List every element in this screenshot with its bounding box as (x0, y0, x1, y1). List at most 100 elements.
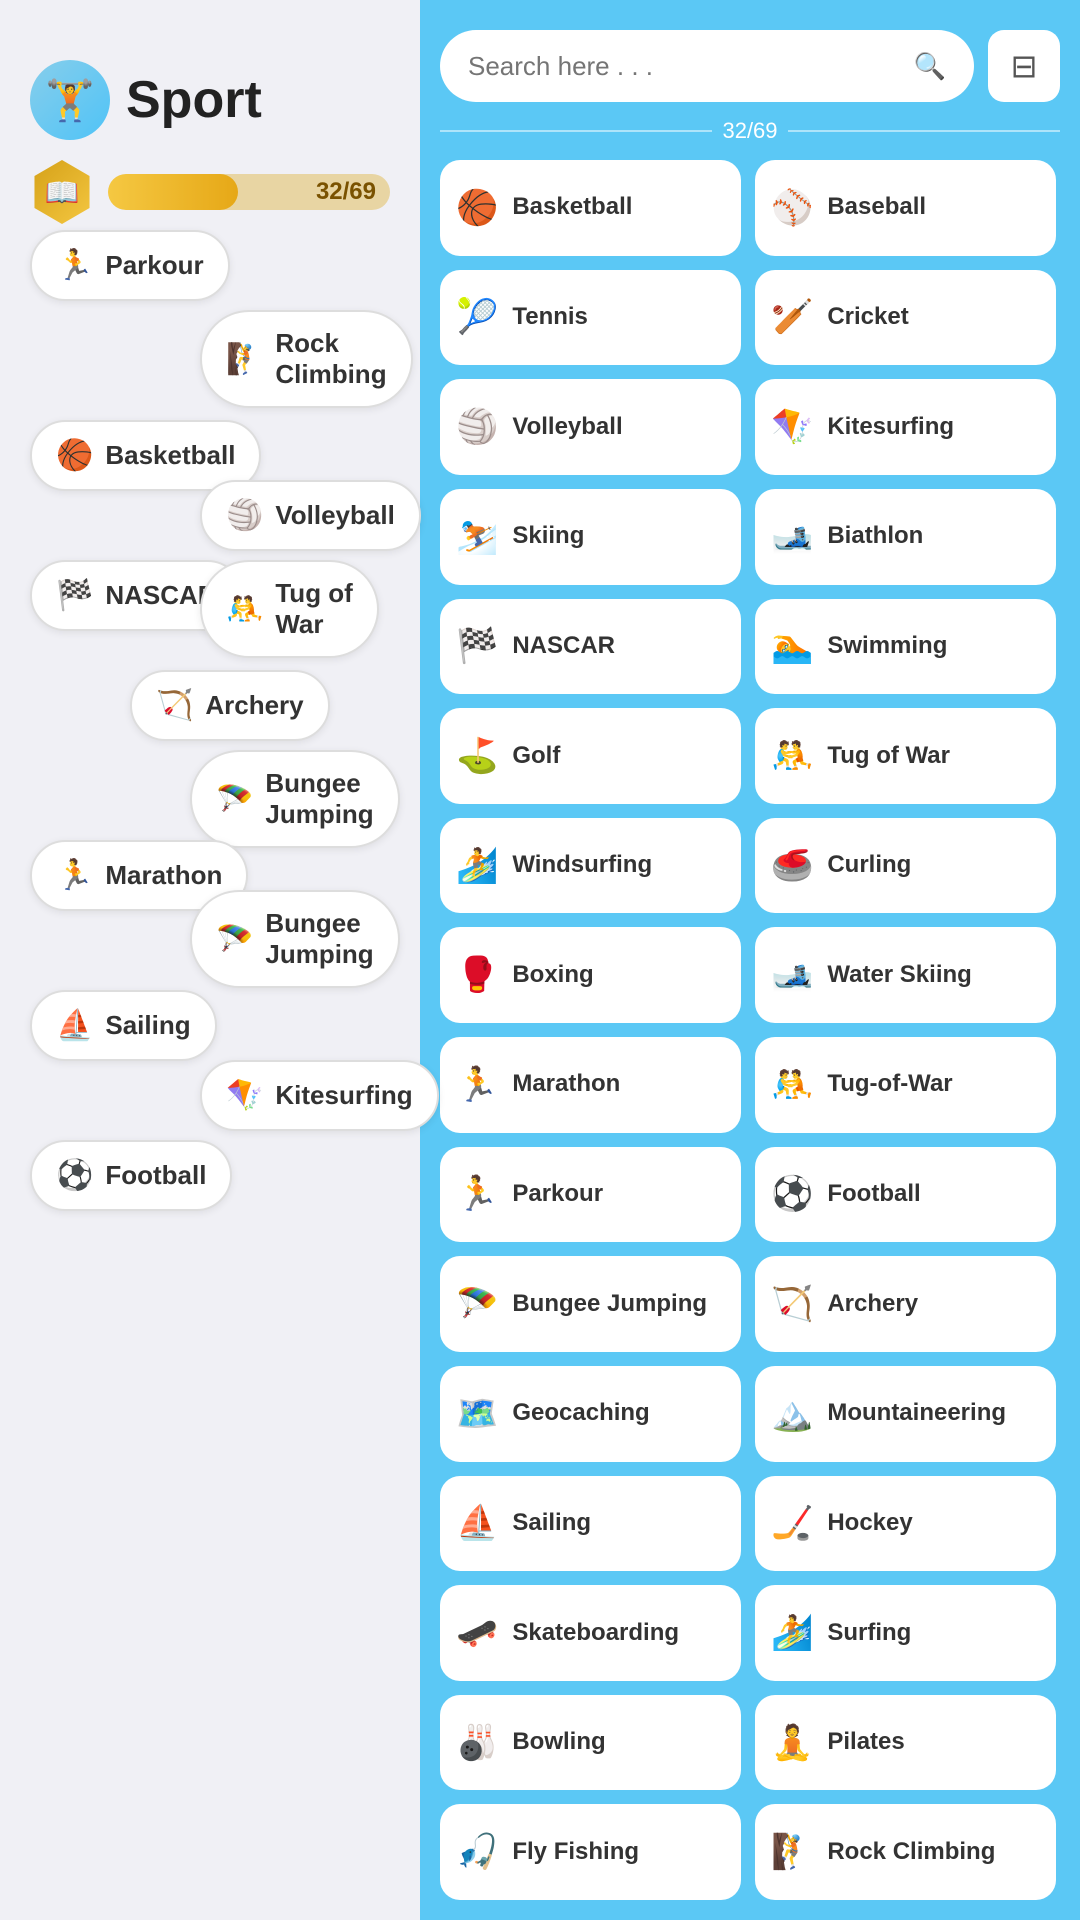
sport-card-swimming[interactable]: 🏊 Swimming (755, 599, 1056, 695)
progress-row: 📖 32/69 (30, 160, 390, 224)
sport-icon-basketball: 🏀 (456, 188, 498, 228)
sport-label-archery: Archery (827, 1290, 918, 1319)
sport-label-mountaineering: Mountaineering (827, 1399, 1006, 1428)
filter-icon: ⊟ (1011, 47, 1038, 85)
left-pill-parkour[interactable]: 🏃 Parkour (30, 230, 230, 301)
left-pill-football[interactable]: ⚽ Football (30, 1140, 232, 1211)
sport-card-marathon[interactable]: 🏃 Marathon (440, 1037, 741, 1133)
page-title: Sport (126, 70, 262, 130)
sport-card-tug-of-war[interactable]: 🤼 Tug of War (755, 708, 1056, 804)
sport-card-parkour[interactable]: 🏃 Parkour (440, 1147, 741, 1243)
filter-button[interactable]: ⊟ (988, 30, 1060, 102)
sport-card-volleyball[interactable]: 🏐 Volleyball (440, 379, 741, 475)
sports-grid: 🏀 Basketball ⚾ Baseball 🎾 Tennis 🏏 Crick… (440, 160, 1060, 1900)
sport-card-surfing[interactable]: 🏄 Surfing (755, 1585, 1056, 1681)
sport-icon-football: ⚽ (771, 1174, 813, 1214)
progress-bar-container: 32/69 (108, 174, 390, 210)
sport-card-skiing[interactable]: ⛷️ Skiing (440, 489, 741, 585)
sport-card-bowling[interactable]: 🎳 Bowling (440, 1695, 741, 1791)
sport-card-rock-climbing[interactable]: 🧗 Rock Climbing (755, 1804, 1056, 1900)
sport-icon-marathon: 🏃 (456, 1065, 498, 1105)
sport-card-boxing[interactable]: 🥊 Boxing (440, 927, 741, 1023)
sport-label-sailing: Sailing (512, 1509, 591, 1538)
left-pill-sailing[interactable]: ⛵ Sailing (30, 990, 217, 1061)
sport-card-curling[interactable]: 🥌 Curling (755, 818, 1056, 914)
left-pill-bungee-1[interactable]: 🪂 BungeeJumping (190, 750, 400, 848)
football-icon: ⚽ (56, 1158, 93, 1193)
sport-card-nascar[interactable]: 🏁 NASCAR (440, 599, 741, 695)
sport-icon-rock-climbing: 🧗 (771, 1832, 813, 1872)
sport-label-nascar: NASCAR (512, 632, 615, 661)
sport-card-biathlon[interactable]: 🎿 Biathlon (755, 489, 1056, 585)
progress-line-left (440, 130, 712, 132)
sport-icon-skiing: ⛷️ (456, 517, 498, 557)
sport-card-tennis[interactable]: 🎾 Tennis (440, 270, 741, 366)
sport-icon-tug-of-war: 🤼 (771, 736, 813, 776)
sailing-icon: ⛵ (56, 1008, 93, 1043)
sport-icon-water-skiing: 🎿 (771, 955, 813, 995)
sport-card-fly-fishing[interactable]: 🎣 Fly Fishing (440, 1804, 741, 1900)
sport-icon-parkour: 🏃 (456, 1174, 498, 1214)
sport-card-football[interactable]: ⚽ Football (755, 1147, 1056, 1243)
basketball-label: Basketball (105, 440, 235, 471)
sport-card-golf[interactable]: ⛳ Golf (440, 708, 741, 804)
sport-icon-swimming: 🏊 (771, 626, 813, 666)
sailing-label: Sailing (105, 1010, 190, 1041)
left-pill-rock-climbing[interactable]: 🧗 RockClimbing (200, 310, 413, 408)
sport-card-hockey[interactable]: 🏒 Hockey (755, 1476, 1056, 1572)
football-label: Football (105, 1160, 206, 1191)
nascar-icon: 🏁 (56, 578, 93, 613)
sport-label-kitesurfing: Kitesurfing (827, 413, 954, 442)
sport-icon-mountaineering: 🏔️ (771, 1394, 813, 1434)
sport-icon-archery: 🏹 (771, 1284, 813, 1324)
sport-card-mountaineering[interactable]: 🏔️ Mountaineering (755, 1366, 1056, 1462)
sport-icon-baseball: ⚾ (771, 188, 813, 228)
search-row: 🔍 ⊟ (440, 30, 1060, 102)
sport-label-bungee-jumping: Bungee Jumping (512, 1290, 707, 1319)
sport-icon-boxing: 🥊 (456, 955, 498, 995)
sport-label-hockey: Hockey (827, 1509, 912, 1538)
sport-label-tug-of-war-2: Tug-of-War (827, 1070, 952, 1099)
sport-card-tug-of-war-2[interactable]: 🤼 Tug-of-War (755, 1037, 1056, 1133)
sport-icon-kitesurfing: 🪁 (771, 407, 813, 447)
sport-card-kitesurfing[interactable]: 🪁 Kitesurfing (755, 379, 1056, 475)
sport-label-football: Football (827, 1180, 920, 1209)
sport-icon-golf: ⛳ (456, 736, 498, 776)
sport-card-windsurfing[interactable]: 🏄 Windsurfing (440, 818, 741, 914)
sport-icon-curling: 🥌 (771, 846, 813, 886)
sport-card-water-skiing[interactable]: 🎿 Water Skiing (755, 927, 1056, 1023)
bungee-1-icon: 🪂 (216, 782, 253, 817)
rock-climbing-label: RockClimbing (275, 328, 386, 390)
sport-card-sailing[interactable]: ⛵ Sailing (440, 1476, 741, 1572)
left-pill-kitesurfing[interactable]: 🪁 Kitesurfing (200, 1060, 439, 1131)
sport-label-skiing: Skiing (512, 522, 584, 551)
sport-card-cricket[interactable]: 🏏 Cricket (755, 270, 1056, 366)
sport-label-curling: Curling (827, 851, 911, 880)
left-pill-volleyball[interactable]: 🏐 Volleyball (200, 480, 421, 551)
sport-card-pilates[interactable]: 🧘 Pilates (755, 1695, 1056, 1791)
left-pill-bungee-2[interactable]: 🪂 BungeeJumping (190, 890, 400, 988)
volleyball-label: Volleyball (275, 500, 394, 531)
sport-card-bungee-jumping[interactable]: 🪂 Bungee Jumping (440, 1256, 741, 1352)
sport-card-archery[interactable]: 🏹 Archery (755, 1256, 1056, 1352)
sport-label-swimming: Swimming (827, 632, 947, 661)
sport-label-surfing: Surfing (827, 1619, 911, 1648)
left-pill-tug-of-war[interactable]: 🤼 Tug ofWar (200, 560, 379, 658)
sport-icon-bungee-jumping: 🪂 (456, 1284, 498, 1324)
search-input[interactable] (468, 51, 900, 82)
sport-card-geocaching[interactable]: 🗺️ Geocaching (440, 1366, 741, 1462)
sport-icon-windsurfing: 🏄 (456, 846, 498, 886)
sport-label-rock-climbing: Rock Climbing (827, 1838, 995, 1867)
sport-card-basketball[interactable]: 🏀 Basketball (440, 160, 741, 256)
right-panel: 🔍 ⊟ 32/69 🏀 Basketball ⚾ Baseball 🎾 Tenn… (420, 0, 1080, 1920)
rock-climbing-icon: 🧗 (226, 342, 263, 377)
sport-label-golf: Golf (512, 742, 560, 771)
sport-icon: 🏋️ (30, 60, 110, 140)
search-box[interactable]: 🔍 (440, 30, 974, 102)
sport-label-baseball: Baseball (827, 193, 926, 222)
sport-icon-sailing: ⛵ (456, 1503, 498, 1543)
kitesurfing-icon: 🪁 (226, 1078, 263, 1113)
sport-card-skateboarding[interactable]: 🛹 Skateboarding (440, 1585, 741, 1681)
left-pill-archery[interactable]: 🏹 Archery (130, 670, 330, 741)
sport-card-baseball[interactable]: ⚾ Baseball (755, 160, 1056, 256)
